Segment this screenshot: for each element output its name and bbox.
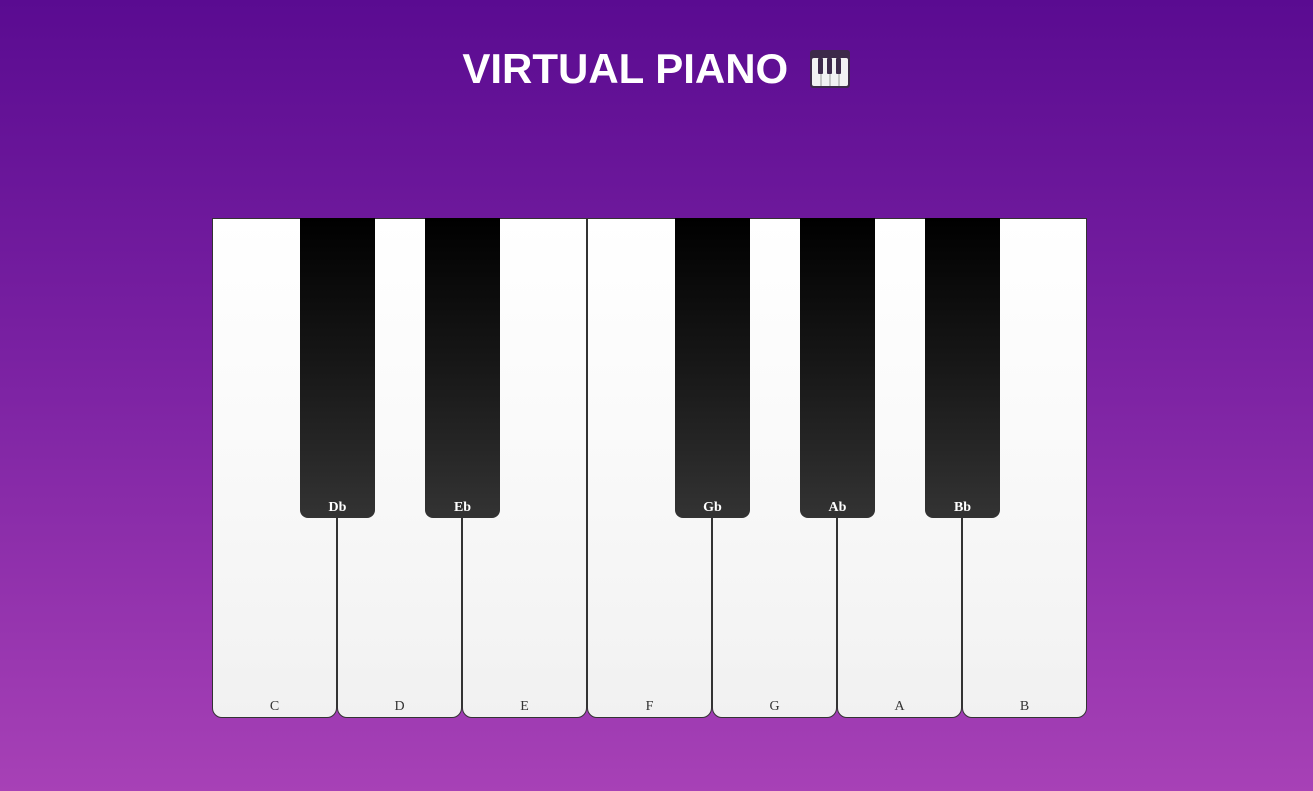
white-key-label: B (1019, 699, 1030, 714)
piano-keyboard: C D E F G A B Db Eb Gb Ab Bb (212, 218, 1087, 718)
black-key-label: Db (328, 500, 347, 515)
black-key-label: Ab (828, 500, 847, 515)
white-key-label: G (769, 699, 780, 714)
musical-keyboard-icon (809, 50, 850, 88)
white-key-label: F (645, 699, 654, 714)
black-key-bb[interactable]: Bb (925, 218, 1000, 518)
black-key-eb[interactable]: Eb (425, 218, 500, 518)
page-title: VIRTUAL PIANO (462, 45, 789, 92)
white-key-label: D (394, 699, 405, 714)
black-key-label: Bb (953, 500, 972, 515)
black-key-label: Eb (453, 500, 472, 515)
header: VIRTUAL PIANO (0, 44, 1313, 94)
black-key-db[interactable]: Db (300, 218, 375, 518)
black-key-gb[interactable]: Gb (675, 218, 750, 518)
white-key-label: A (894, 699, 905, 714)
black-key-label: Gb (703, 500, 722, 515)
white-key-label: E (520, 699, 529, 714)
black-key-ab[interactable]: Ab (800, 218, 875, 518)
white-key-label: C (269, 699, 280, 714)
